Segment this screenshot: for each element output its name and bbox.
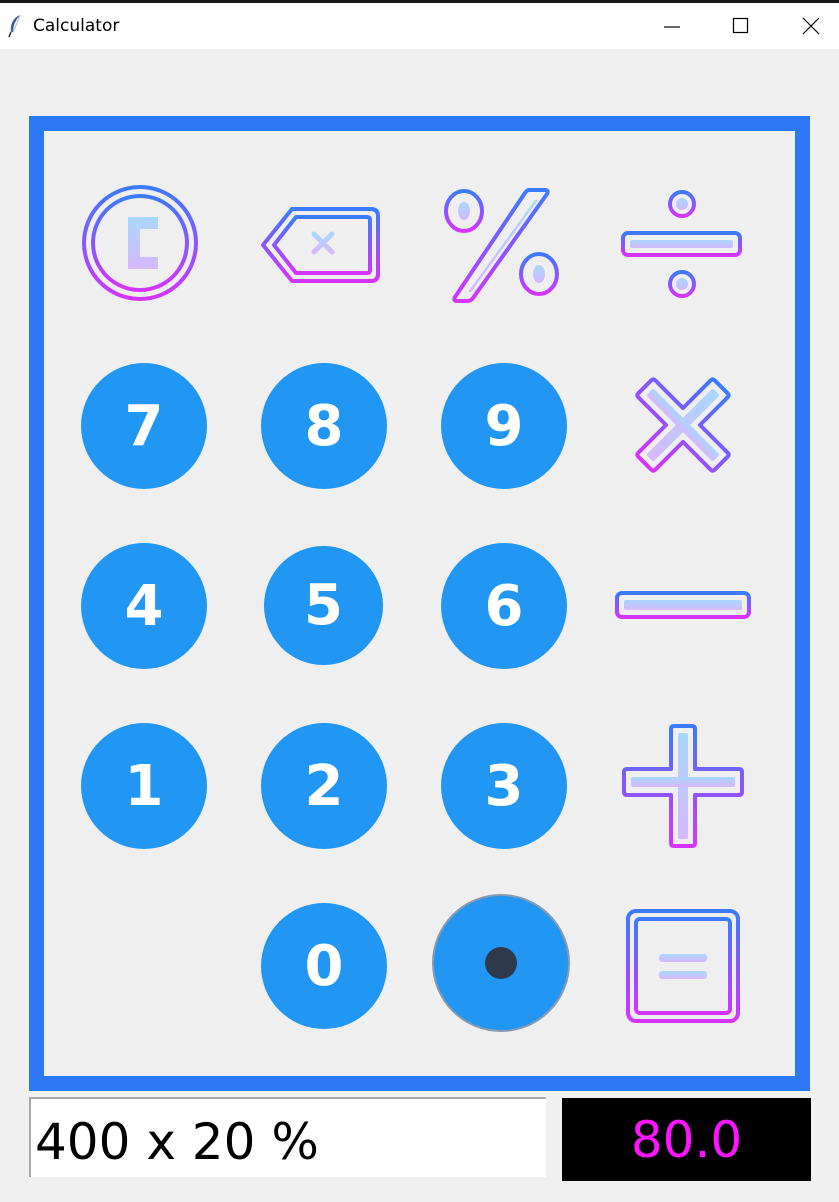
result-display: 80.0 — [562, 1098, 811, 1181]
divide-icon — [621, 190, 742, 298]
percent-button[interactable] — [442, 186, 567, 306]
multiply-button[interactable] — [627, 369, 739, 481]
keypad-frame: 7 8 9 4 5 6 1 2 3 0 — [29, 116, 810, 1091]
digit-9-button[interactable]: 9 — [441, 363, 567, 489]
percent-icon — [444, 188, 559, 303]
plus-button[interactable] — [622, 724, 744, 848]
close-button[interactable] — [776, 3, 839, 49]
backspace-icon — [261, 207, 380, 283]
digit-1-button[interactable]: 1 — [81, 723, 207, 849]
minus-button[interactable] — [615, 591, 751, 621]
title-bar: Calculator — [0, 3, 839, 49]
digit-6-button[interactable]: 6 — [441, 543, 567, 669]
maximize-icon — [732, 17, 749, 34]
digit-7-button[interactable]: 7 — [81, 363, 207, 489]
clear-icon — [82, 185, 198, 301]
digit-3-button[interactable]: 3 — [441, 723, 567, 849]
equals-button[interactable] — [626, 909, 740, 1023]
window-title: Calculator — [33, 16, 120, 36]
digit-2-button[interactable]: 2 — [261, 723, 387, 849]
minimize-icon — [664, 26, 680, 28]
equals-icon — [626, 909, 740, 1023]
minus-icon — [615, 591, 751, 619]
digit-5-button[interactable]: 5 — [264, 546, 383, 665]
plus-icon — [622, 724, 744, 848]
digit-0-button[interactable]: 0 — [261, 903, 387, 1029]
feather-icon — [6, 14, 26, 38]
divide-button[interactable] — [620, 188, 743, 303]
minimize-button[interactable] — [637, 3, 707, 49]
close-icon — [802, 17, 820, 35]
clear-button[interactable] — [80, 183, 200, 303]
digit-8-button[interactable]: 8 — [261, 363, 387, 489]
digit-4-button[interactable]: 4 — [81, 543, 207, 669]
multiply-icon — [635, 377, 731, 473]
backspace-button[interactable] — [259, 206, 383, 284]
dot-icon — [485, 947, 517, 979]
decimal-point-button[interactable] — [432, 894, 570, 1032]
expression-field[interactable]: 400 x 20 % — [29, 1097, 546, 1177]
maximize-button[interactable] — [706, 3, 776, 49]
